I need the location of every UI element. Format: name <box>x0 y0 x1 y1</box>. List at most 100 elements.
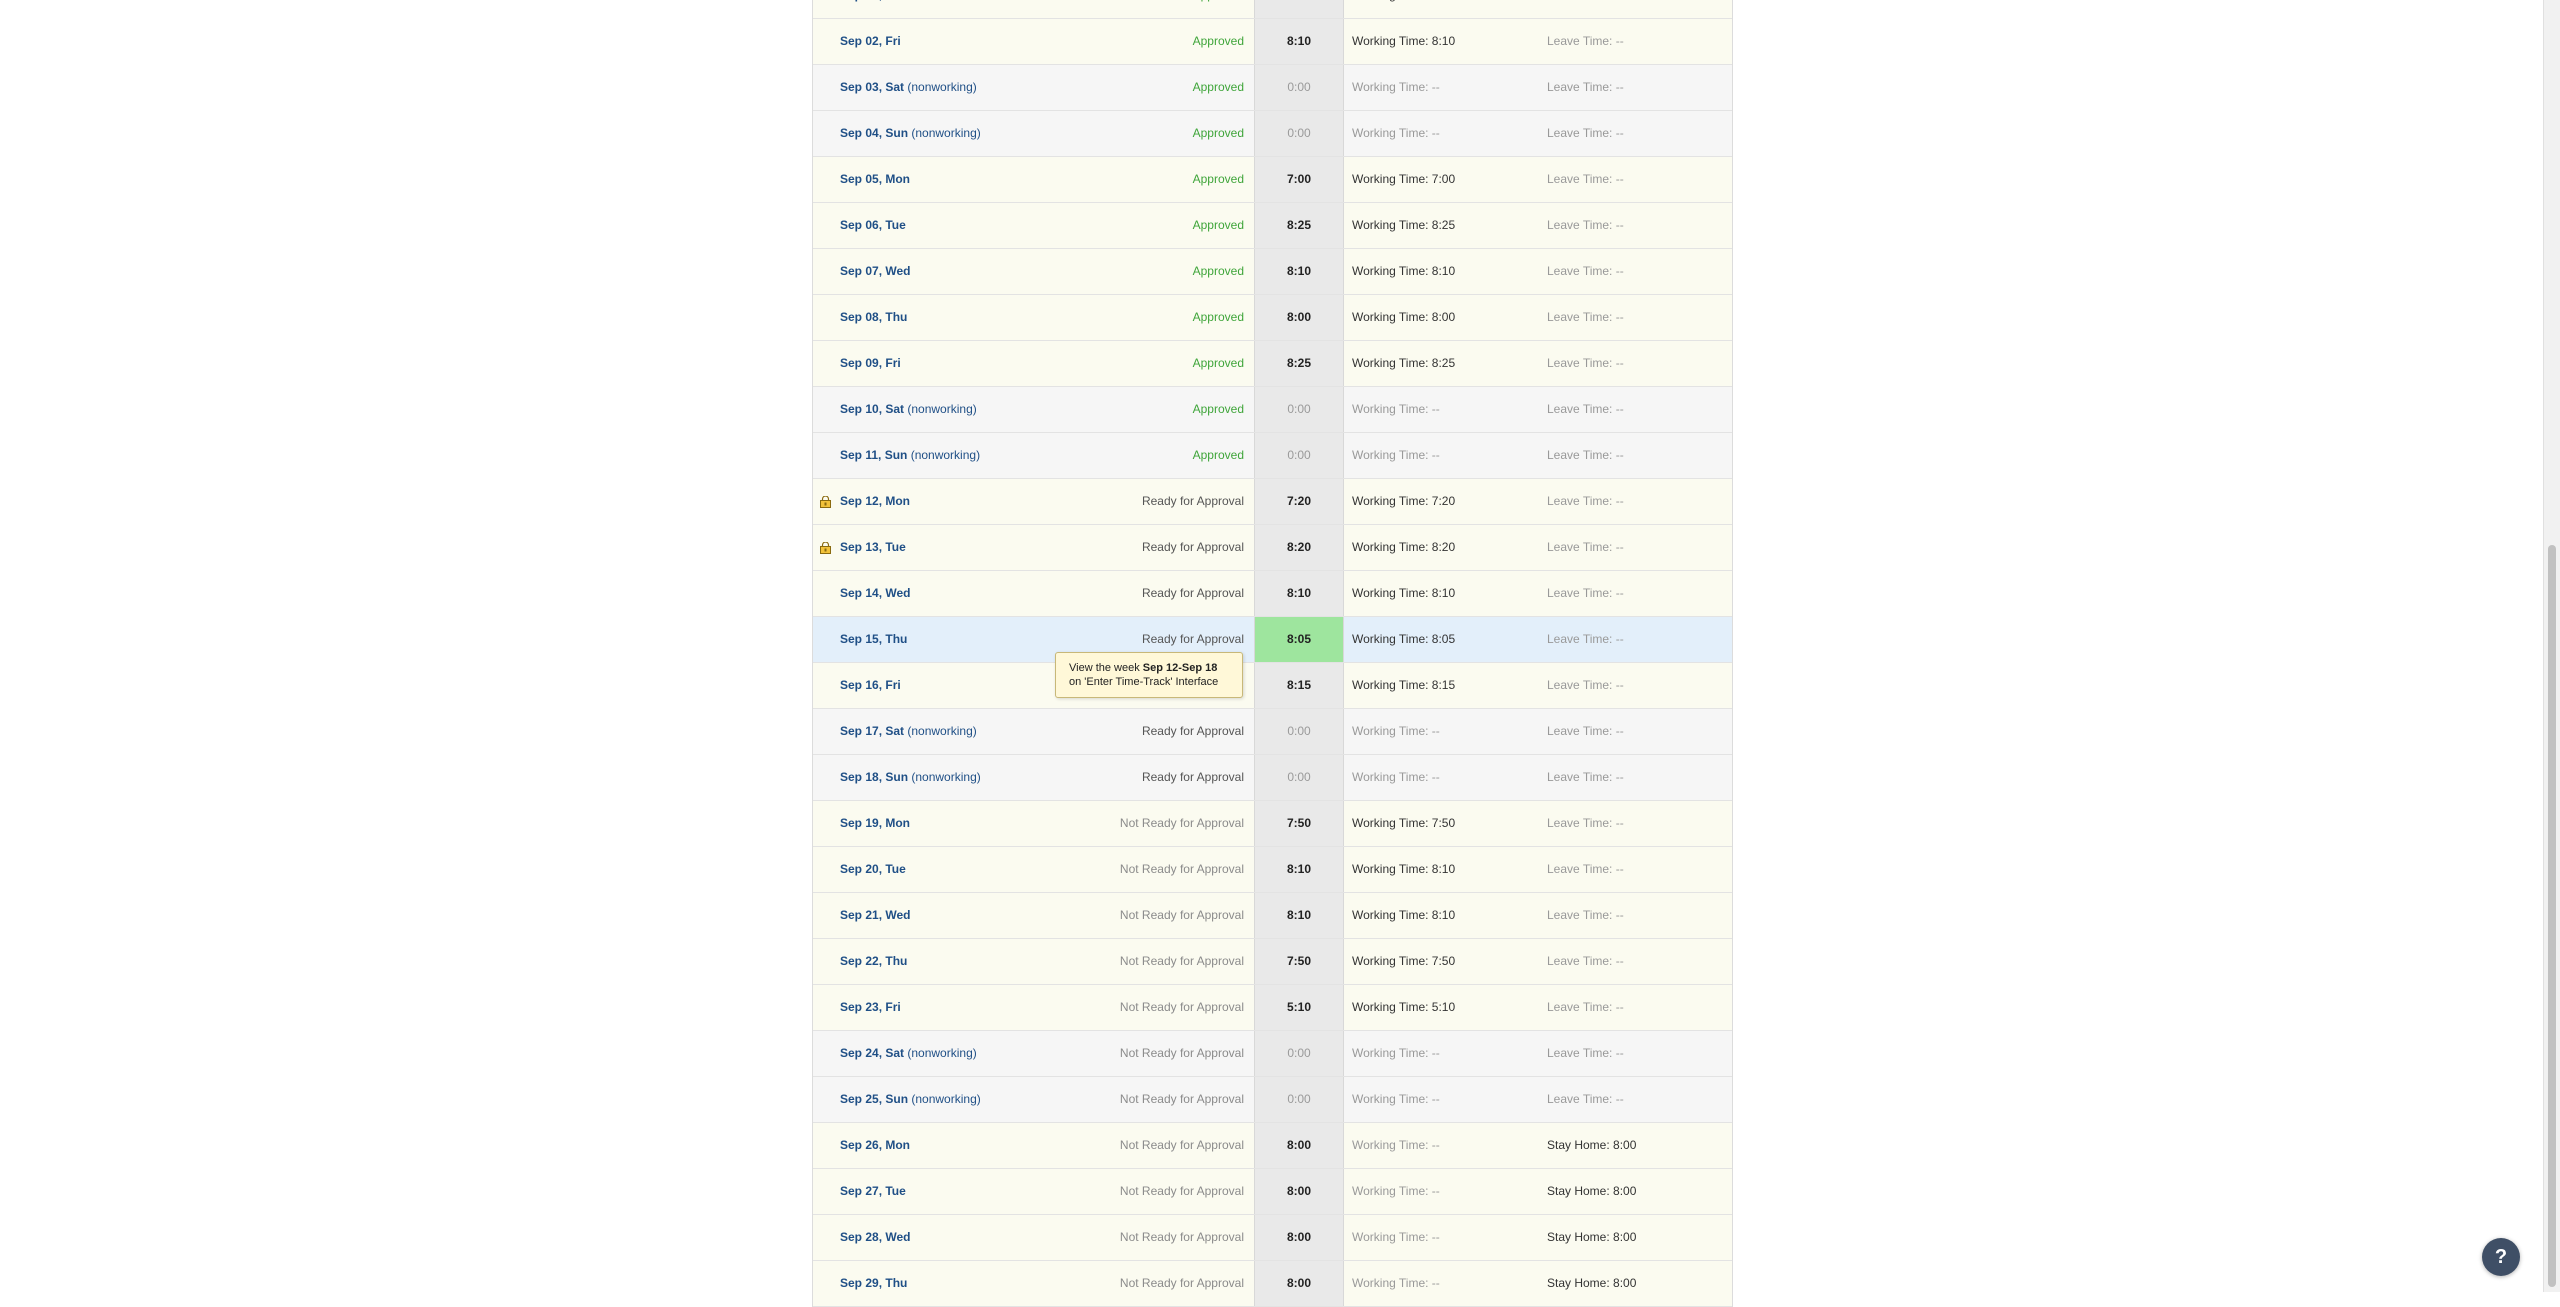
approval-status: Approved <box>1192 448 1244 462</box>
approval-status: Not Ready for Approval <box>1119 1230 1244 1244</box>
day-link[interactable]: Sep 18, Sun (nonworking) <box>840 755 981 800</box>
leave-time: Leave Time: -- <box>1547 862 1624 876</box>
day-link[interactable]: Sep 01, Thu <box>840 0 907 18</box>
day-label: Sep 03, Sat <box>840 80 905 94</box>
table-row[interactable]: Sep 20, Tue Not Ready for Approval 8:10 Wor… <box>813 847 1732 893</box>
day-link[interactable]: Sep 12, Mon <box>840 479 910 524</box>
working-time: Working Time: -- <box>1352 1046 1440 1060</box>
table-row[interactable]: Sep 02, Fri Approved 8:10 Working Time: 8:1… <box>813 19 1732 65</box>
day-link[interactable]: Sep 28, Wed <box>840 1215 910 1260</box>
leave-time: Leave Time: -- <box>1547 172 1624 186</box>
day-link[interactable]: Sep 08, Thu <box>840 295 907 340</box>
total-hours: 8:15 <box>1254 663 1344 708</box>
day-link[interactable]: Sep 20, Tue <box>840 847 906 892</box>
leave-time: Leave Time: -- <box>1547 356 1624 370</box>
table-row[interactable]: Sep 13, Tue Ready for Approval 8:20 Working… <box>813 525 1732 571</box>
table-row[interactable]: Sep 06, Tue Approved 8:25 Working Time: 8:2… <box>813 203 1732 249</box>
leave-time: Leave Time: -- <box>1547 494 1624 508</box>
tooltip-suffix: on 'Enter Time-Track' Interface <box>1069 676 1219 688</box>
day-link[interactable]: Sep 14, Wed <box>840 571 910 616</box>
day-link[interactable]: Sep 02, Fri <box>840 19 901 64</box>
total-hours: 8:00 <box>1254 1169 1344 1214</box>
day-link[interactable]: Sep 05, Mon <box>840 157 910 202</box>
total-hours: 7:50 <box>1254 801 1344 846</box>
day-link[interactable]: Sep 21, Wed <box>840 893 910 938</box>
day-link[interactable]: Sep 06, Tue <box>840 203 906 248</box>
day-link[interactable]: Sep 16, Fri <box>840 663 901 708</box>
day-label: Sep 18, Sun <box>840 770 909 784</box>
day-link[interactable]: Sep 10, Sat (nonworking) <box>840 387 977 432</box>
total-hours: 8:00 <box>1254 1215 1344 1260</box>
day-link[interactable]: Sep 04, Sun (nonworking) <box>840 111 981 156</box>
approval-status: Not Ready for Approval <box>1119 816 1244 830</box>
working-time: Working Time: 8:10 <box>1352 34 1456 48</box>
day-link[interactable]: Sep 26, Mon <box>840 1123 910 1168</box>
day-link[interactable]: Sep 09, Fri <box>840 341 901 386</box>
day-link[interactable]: Sep 25, Sun (nonworking) <box>840 1077 981 1122</box>
day-label: Sep 15, Thu <box>840 632 908 646</box>
day-link[interactable]: Sep 24, Sat (nonworking) <box>840 1031 977 1076</box>
table-row[interactable]: Sep 19, Mon Not Ready for Approval 7:50 Wor… <box>813 801 1732 847</box>
working-time: Working Time: 7:50 <box>1352 954 1456 968</box>
table-row[interactable]: Sep 10, Sat (nonworking) Approved 0:00 Work… <box>813 387 1732 433</box>
day-link[interactable]: Sep 29, Thu <box>840 1261 907 1306</box>
table-row[interactable]: Sep 01, Thu Approved 8:10 Working Time: 8:1… <box>813 0 1732 19</box>
table-row[interactable]: Sep 16, Fri 8:15 Working Time: 8:15 Leave T… <box>813 663 1732 709</box>
total-hours: 8:25 <box>1254 203 1344 248</box>
day-link[interactable]: Sep 11, Sun (nonworking) <box>840 433 980 478</box>
leave-time: Leave Time: -- <box>1547 1046 1624 1060</box>
table-row[interactable]: Sep 12, Mon Ready for Approval 7:20 Working… <box>813 479 1732 525</box>
day-link[interactable]: Sep 27, Tue <box>840 1169 906 1214</box>
tooltip-prefix: View the week <box>1069 662 1143 674</box>
table-row[interactable]: Sep 29, Thu Not Ready for Approval 8:00 Wor… <box>813 1261 1732 1307</box>
table-row[interactable]: Sep 09, Fri Approved 8:25 Working Time: 8:2… <box>813 341 1732 387</box>
total-hours: 8:00 <box>1254 295 1344 340</box>
table-row[interactable]: Sep 27, Tue Not Ready for Approval 8:00 Wor… <box>813 1169 1732 1215</box>
table-row[interactable]: Sep 25, Sun (nonworking) Not Ready for Ap… <box>813 1077 1732 1123</box>
day-link[interactable]: Sep 13, Tue <box>840 525 906 570</box>
approval-status: Approved <box>1192 310 1244 324</box>
day-link[interactable]: Sep 15, Thu <box>840 617 907 662</box>
day-link[interactable]: Sep 19, Mon <box>840 801 910 846</box>
table-row[interactable]: Sep 18, Sun (nonworking) Ready for Approv… <box>813 755 1732 801</box>
table-row[interactable]: Sep 17, Sat (nonworking) Ready for Approv… <box>813 709 1732 755</box>
day-link[interactable]: Sep 23, Fri <box>840 985 901 1030</box>
approval-status: Approved <box>1193 0 1244 18</box>
table-row[interactable]: Sep 07, Wed Approved 8:10 Working Time: 8:1… <box>813 249 1732 295</box>
table-row[interactable]: Sep 03, Sat (nonworking) Approved 0:00 Work… <box>813 65 1732 111</box>
nonworking-label: (nonworking) <box>910 448 981 462</box>
table-row[interactable]: Sep 26, Mon Not Ready for Approval 8:00 Wor… <box>813 1123 1732 1169</box>
table-row[interactable]: Sep 22, Thu Not Ready for Approval 7:50 Wor… <box>813 939 1732 985</box>
working-time: Working Time: 8:20 <box>1352 540 1456 554</box>
table-row[interactable]: Sep 05, Mon Approved 7:00 Working Time: 7:0… <box>813 157 1732 203</box>
working-time: Working Time: 7:50 <box>1352 816 1456 830</box>
total-hours: 7:50 <box>1254 939 1344 984</box>
total-hours: 0:00 <box>1254 433 1344 478</box>
table-row[interactable]: Sep 21, Wed Not Ready for Approval 8:10 Wor… <box>813 893 1732 939</box>
table-row[interactable]: Sep 11, Sun (nonworking) Approved 0:00 Work… <box>813 433 1732 479</box>
table-row[interactable]: Sep 04, Sun (nonworking) Approved 0:00 Work… <box>813 111 1732 157</box>
table-row[interactable]: Sep 08, Thu Approved 8:00 Working Time: 8:0… <box>813 295 1732 341</box>
nonworking-label: (nonworking) <box>911 770 981 784</box>
help-button[interactable]: ? <box>2482 1238 2520 1276</box>
working-time: Working Time: 5:10 <box>1352 1000 1456 1014</box>
day-link[interactable]: Sep 03, Sat (nonworking) <box>840 65 977 110</box>
approval-status: Ready for Approval <box>1141 724 1244 738</box>
approval-status: Approved <box>1192 172 1244 186</box>
timesheet-table: Sep 01, Thu Approved 8:10 Working Time: 8:1… <box>812 0 1733 1307</box>
day-link[interactable]: Sep 22, Thu <box>840 939 907 984</box>
total-hours: 8:10 <box>1254 847 1344 892</box>
day-label: Sep 22, Thu <box>840 954 908 968</box>
scrollbar-thumb[interactable] <box>2548 545 2556 1287</box>
table-row[interactable]: Sep 28, Wed Not Ready for Approval 8:00 Wor… <box>813 1215 1732 1261</box>
table-row[interactable]: Sep 24, Sat (nonworking) Not Ready for Ap… <box>813 1031 1732 1077</box>
leave-time: Leave Time: -- <box>1547 586 1624 600</box>
working-time: Working Time: 7:20 <box>1352 494 1456 508</box>
leave-time: Leave Time: -- <box>1547 310 1624 324</box>
day-link[interactable]: Sep 07, Wed <box>840 249 910 294</box>
day-link[interactable]: Sep 17, Sat (nonworking) <box>840 709 977 754</box>
table-row[interactable]: Sep 15, Thu Ready for Approval 8:05 Working… <box>813 617 1732 663</box>
vertical-scrollbar[interactable] <box>2543 0 2560 1292</box>
table-row[interactable]: Sep 14, Wed Ready for Approval 8:10 Working… <box>813 571 1732 617</box>
table-row[interactable]: Sep 23, Fri Not Ready for Approval 5:10 Wor… <box>813 985 1732 1031</box>
